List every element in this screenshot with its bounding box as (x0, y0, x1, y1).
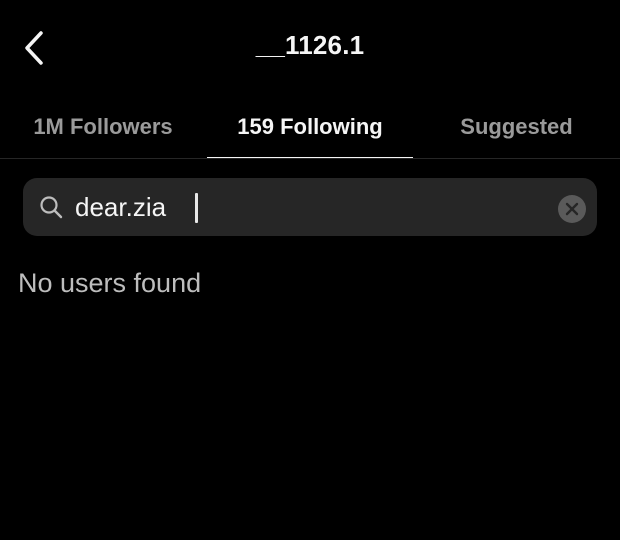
text-cursor (195, 193, 198, 223)
tab-bar: 1M Followers 159 Following Suggested (0, 96, 620, 159)
header: __1126.1 (0, 0, 620, 96)
tab-followers[interactable]: 1M Followers (0, 96, 206, 158)
search-bar[interactable] (23, 178, 597, 236)
no-results-message: No users found (18, 268, 202, 298)
following-screen: __1126.1 1M Followers 159 Following Sugg… (0, 0, 620, 540)
tab-following[interactable]: 159 Following (207, 96, 413, 158)
search-input[interactable] (75, 188, 545, 226)
tabs-divider (0, 158, 620, 159)
page-title: __1126.1 (255, 30, 365, 60)
tab-suggested[interactable]: Suggested (413, 96, 620, 158)
search-icon (40, 196, 63, 219)
clear-icon (565, 202, 579, 216)
clear-search-button[interactable] (558, 195, 586, 223)
